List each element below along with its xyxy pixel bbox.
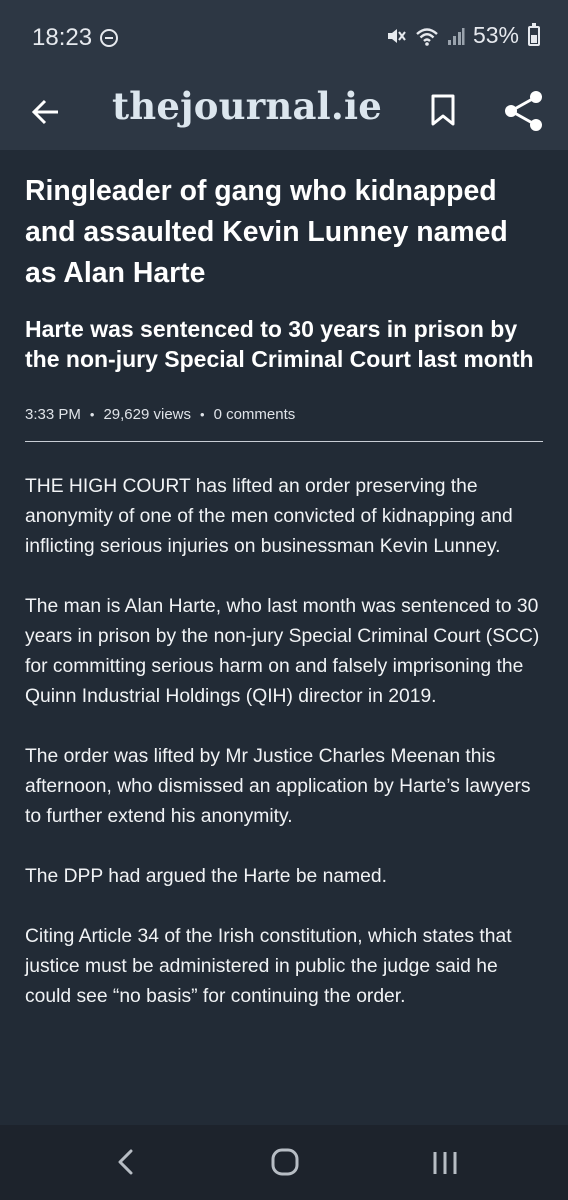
view-count: 29,629 views — [103, 406, 191, 423]
do-not-disturb-icon — [100, 29, 118, 47]
system-nav-bar — [0, 1125, 568, 1200]
article-subheadline: Harte was sentenced to 30 years in priso… — [25, 316, 534, 372]
wifi-icon — [416, 27, 438, 46]
meta-separator: • — [200, 407, 205, 422]
article-paragraph: The man is Alan Harte, who last month wa… — [25, 596, 540, 707]
nav-home-icon[interactable] — [270, 1147, 300, 1177]
article-paragraph: THE HIGH COURT has lifted an order prese… — [25, 476, 513, 557]
article-paragraph: The DPP had argued the Harte be named. — [25, 866, 387, 887]
status-indicators: 53% — [385, 22, 540, 49]
bookmark-icon[interactable] — [428, 90, 458, 130]
mute-icon — [387, 28, 406, 43]
screen: 18:23 53% thejournal.ie Ringleader of ga… — [0, 0, 568, 1200]
signal-icon — [447, 27, 465, 45]
article-body: THE HIGH COURT has lifted an order prese… — [25, 472, 545, 1012]
battery-icon — [528, 22, 540, 46]
article-meta: 3:33 PM • 29,629 views • 0 comments — [25, 406, 545, 423]
article: Ringleader of gang who kidnapped and ass… — [25, 150, 545, 1042]
status-time: 18:23 — [32, 24, 93, 51]
article-paragraph: Citing Article 34 of the Irish constitut… — [25, 926, 512, 1007]
article-paragraph: The order was lifted by Mr Justice Charl… — [25, 746, 531, 827]
status-bar: 18:23 53% — [0, 0, 568, 76]
app-bar: thejournal.ie — [0, 76, 568, 150]
site-logo[interactable]: thejournal.ie — [112, 84, 382, 128]
nav-back-icon[interactable] — [114, 1147, 138, 1177]
battery-percentage: 53% — [472, 22, 519, 48]
back-arrow-icon[interactable] — [26, 92, 66, 132]
meta-separator: • — [89, 407, 95, 422]
divider — [25, 441, 543, 442]
share-icon[interactable] — [502, 88, 546, 134]
comment-count[interactable]: 0 comments — [214, 406, 296, 423]
nav-recents-icon[interactable] — [428, 1149, 462, 1177]
publish-time: 3:33 PM — [25, 406, 81, 423]
article-headline: Ringleader of gang who kidnapped and ass… — [25, 175, 508, 289]
